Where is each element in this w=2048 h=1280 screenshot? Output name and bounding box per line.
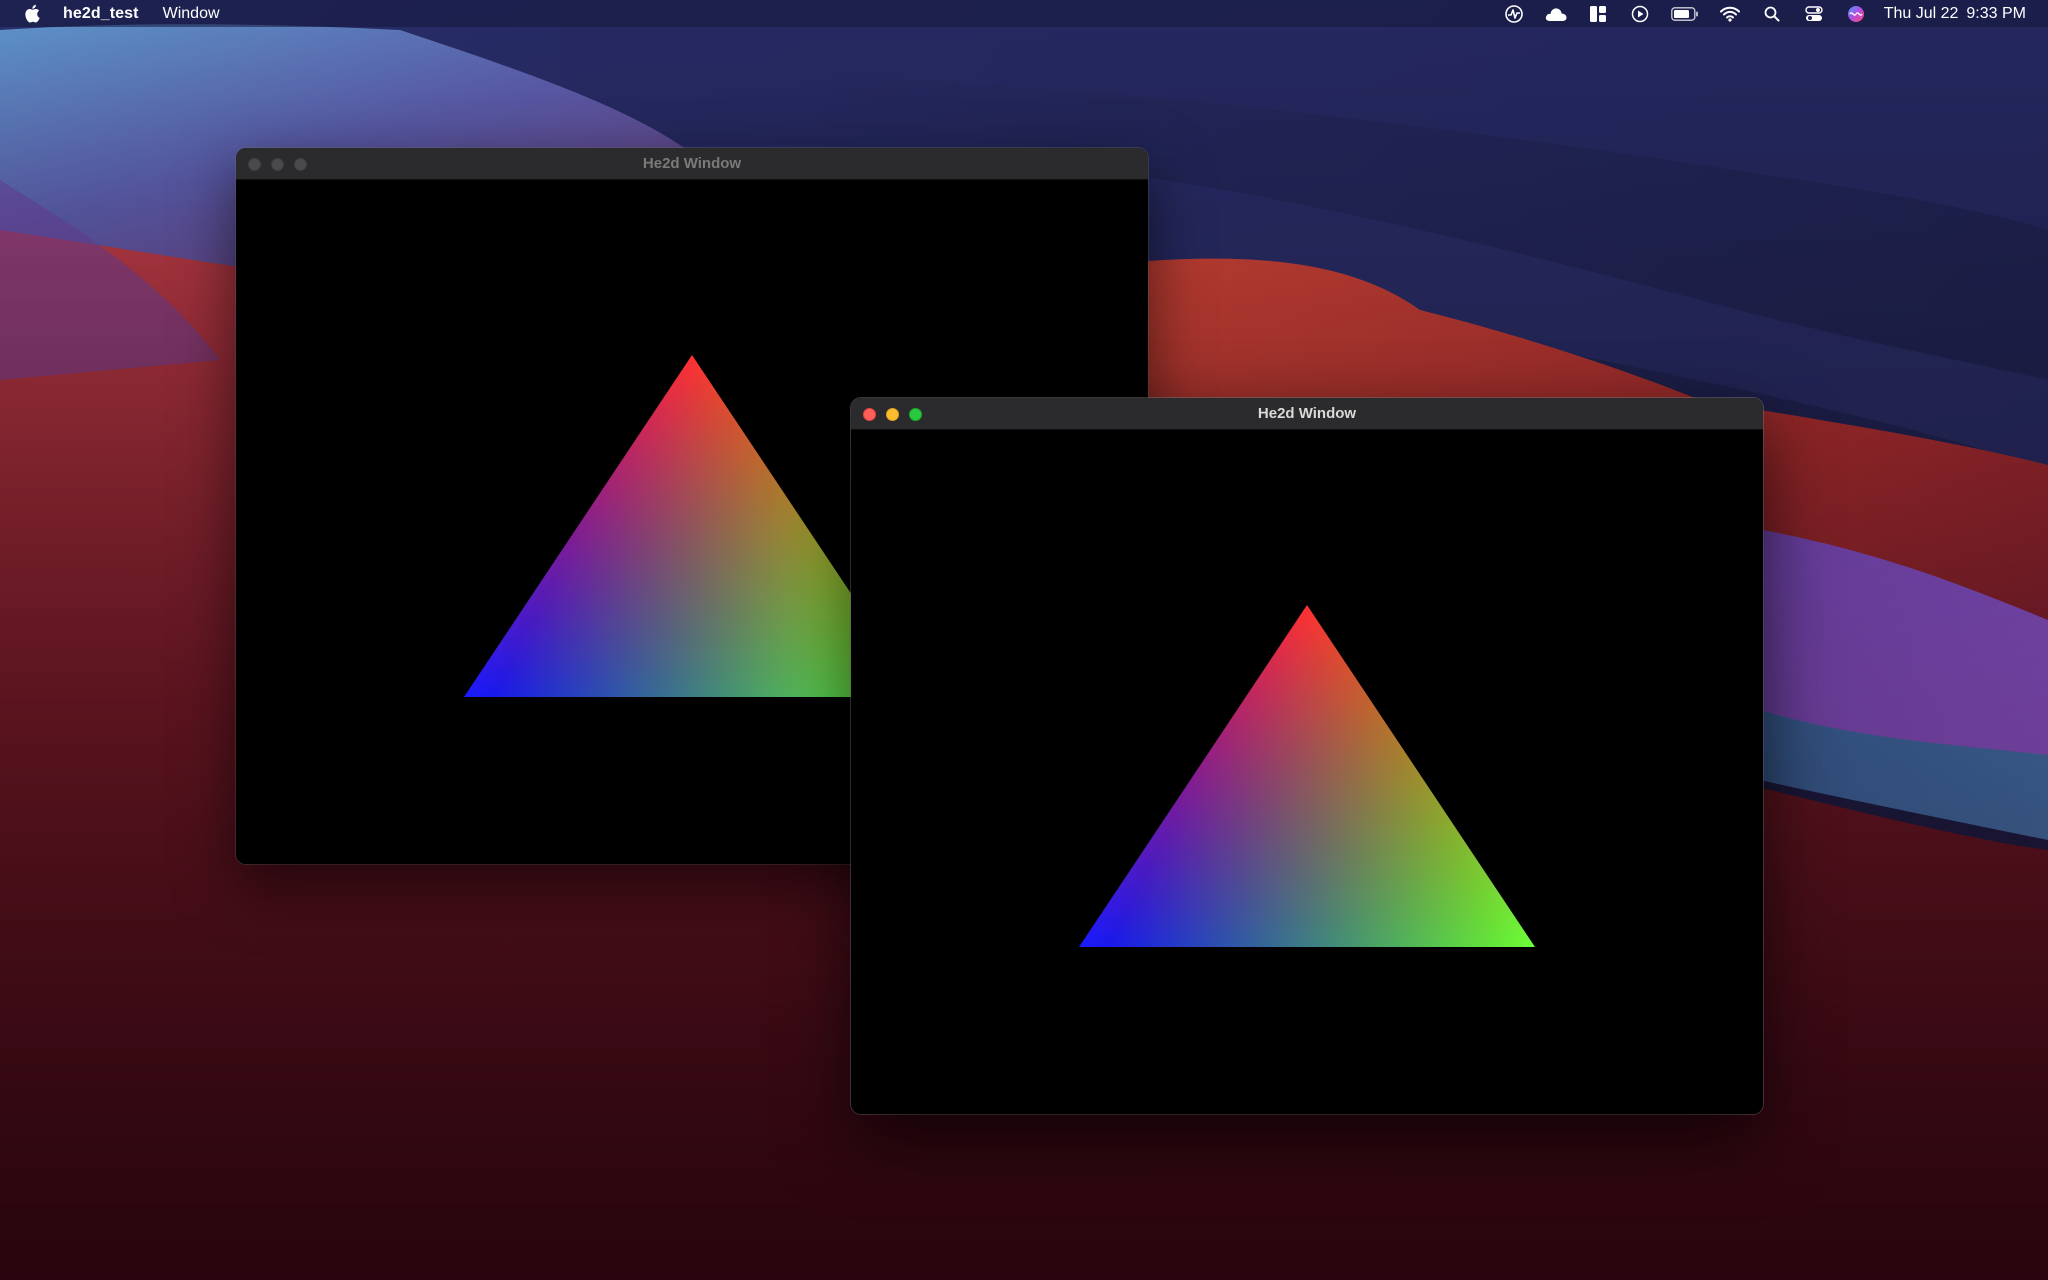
apple-menu-icon[interactable] [23, 4, 41, 24]
control-center-icon[interactable] [1802, 4, 1826, 24]
clock-time: 9:33 PM [1966, 4, 2026, 22]
play-icon[interactable] [1628, 4, 1652, 24]
window-title: He2d Window [1257, 405, 1357, 422]
menu-bar: he2d_test Window Thu Jul 22 9:33 PM [0, 0, 2048, 27]
menu-window[interactable]: Window [163, 5, 220, 23]
menu-bar-left: he2d_test Window [0, 0, 244, 27]
menu-bar-clock[interactable]: Thu Jul 22 9:33 PM [1884, 5, 2026, 23]
menu-bar-status-area: Thu Jul 22 9:33 PM [1484, 0, 2026, 27]
activity-monitor-icon[interactable] [1502, 4, 1526, 24]
icloud-icon[interactable] [1544, 4, 1568, 24]
window-titlebar[interactable]: He2d Window [851, 398, 1763, 430]
he2d-window-active[interactable]: He2d Window [851, 398, 1763, 1114]
triangle-bottom-right-vertex-color [1079, 605, 1535, 947]
wifi-icon[interactable] [1718, 4, 1742, 24]
clock-date: Thu Jul 22 [1883, 4, 1959, 22]
siri-icon[interactable] [1844, 4, 1868, 24]
render-canvas[interactable] [851, 430, 1763, 1114]
window-titlebar[interactable]: He2d Window [236, 148, 1148, 180]
desktop: he2d_test Window Thu Jul 22 9:33 PM He2d… [0, 0, 2048, 1280]
window-title: He2d Window [642, 155, 742, 172]
window-manager-icon[interactable] [1586, 4, 1610, 24]
battery-icon[interactable] [1670, 4, 1700, 24]
spotlight-search-icon[interactable] [1760, 4, 1784, 24]
gradient-triangle [1079, 605, 1535, 947]
menu-app-name[interactable]: he2d_test [63, 5, 139, 23]
